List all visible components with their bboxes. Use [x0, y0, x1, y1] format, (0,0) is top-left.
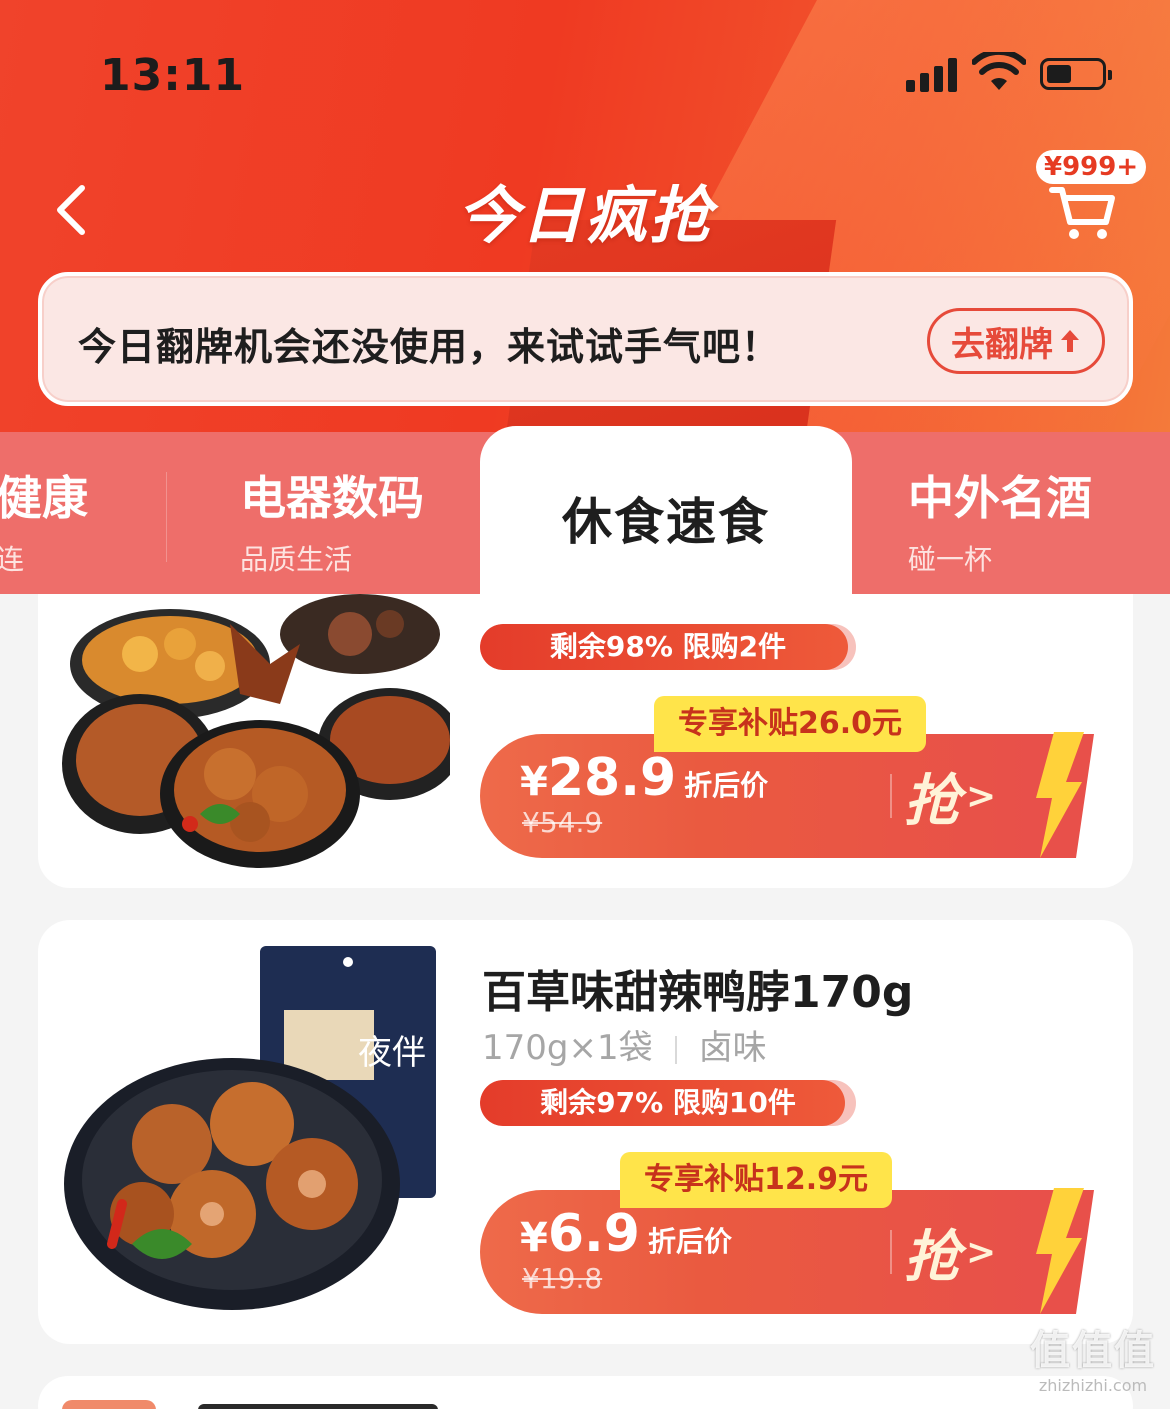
battery-icon	[1040, 58, 1112, 90]
wifi-icon	[972, 52, 1026, 90]
flip-button-label: 去翻牌	[951, 324, 1053, 365]
flip-card-notice: 今日翻牌机会还没使用，来试试手气吧！ 去翻牌	[38, 272, 1133, 406]
price-label: 折后价	[647, 1225, 732, 1258]
grab-button[interactable]: 抢 >	[904, 1214, 1014, 1290]
spec-flavor: 卤味	[698, 1028, 767, 1068]
status-time: 13:11	[100, 50, 246, 101]
flip-card-button[interactable]: 去翻牌	[927, 308, 1105, 374]
status-bar: 13:11	[0, 0, 1170, 150]
tab-subtitle: 连	[0, 543, 25, 576]
stock-progress-bar: 剩余97% 限购10件	[480, 1080, 856, 1126]
tab-title: 休食速食	[562, 493, 770, 551]
buy-bar[interactable]: ¥28.9 折后价 ¥54.9 抢 >	[480, 734, 1094, 858]
grab-label: 抢	[904, 1224, 960, 1290]
cart-badge: ¥999+	[1036, 150, 1147, 184]
subsidy-tag: 专享补贴26.0元	[654, 696, 927, 752]
stock-progress-bar: 剩余98% 限购2件	[480, 624, 856, 670]
buy-bar[interactable]: ¥6.9 折后价 ¥19.8 抢 >	[480, 1190, 1094, 1314]
tab-title: 健康	[0, 471, 88, 525]
product-title: 百草味甜辣鸭脖170g	[482, 967, 914, 1018]
chevron-right-icon: >	[966, 775, 997, 817]
cart-button[interactable]: ¥999+	[1030, 150, 1150, 250]
chevron-right-icon: >	[966, 1231, 997, 1273]
current-price: ¥28.9 折后价	[520, 748, 768, 808]
product-image	[198, 1404, 438, 1409]
price-currency: ¥	[520, 759, 548, 805]
original-price: ¥19.8	[522, 1262, 603, 1295]
product-card[interactable]: 夜伴 百草味甜辣鸭脖170g 170g×1袋 卤味 剩余97% 限购10件 ¥6.…	[38, 920, 1133, 1344]
watermark-url: zhizhizhi.com	[1038, 1376, 1148, 1395]
original-price: ¥54.9	[522, 806, 603, 839]
spec-size: 170g×1袋	[482, 1028, 653, 1068]
price-currency: ¥	[520, 1215, 548, 1261]
tab-subtitle: 碰一杯	[908, 543, 993, 576]
product-spec: 170g×1袋 卤味	[482, 1020, 767, 1069]
tab-title: 中外名酒	[908, 471, 1092, 525]
tab-title: 电器数码	[240, 471, 424, 525]
stock-text: 剩余97% 限购10件	[540, 1086, 796, 1119]
product-card[interactable]: 剩余98% 限购2件 ¥28.9 折后价 ¥54.9 抢 > 专享补贴26.0元	[38, 594, 1133, 888]
tab-liquor[interactable]: 中外名酒 碰一杯	[908, 462, 1092, 578]
product-image	[62, 1400, 156, 1409]
grab-label: 抢	[904, 768, 960, 834]
price-value: 28.9	[547, 748, 677, 808]
product-image: 夜伴	[64, 946, 436, 1310]
lightning-bolt-icon	[1036, 1188, 1084, 1314]
price-value: 6.9	[547, 1204, 640, 1264]
watermark-logo: 值值值 zhizhizhi.com	[1018, 1318, 1168, 1406]
lightning-bolt-icon	[1036, 732, 1084, 858]
tab-electronics[interactable]: 电器数码 品质生活	[240, 462, 424, 578]
watermark-text: 值值值	[1030, 1328, 1156, 1374]
tab-subtitle: 品质生活	[240, 543, 353, 576]
cellular-signal-icon	[906, 56, 960, 92]
package-text: 夜伴	[358, 1033, 426, 1073]
notice-text: 今日翻牌机会还没使用，来试试手气吧！	[78, 325, 781, 369]
product-card[interactable]	[38, 1376, 1133, 1409]
page-title: 今日疯抢	[456, 179, 713, 252]
product-image	[62, 594, 450, 868]
grab-button[interactable]: 抢 >	[904, 758, 1014, 834]
tab-health[interactable]: 健康 连	[0, 462, 88, 578]
subsidy-tag: 专享补贴12.9元	[620, 1152, 893, 1208]
current-price: ¥6.9 折后价	[520, 1204, 732, 1264]
tab-snacks[interactable]: 休食速食	[480, 426, 852, 598]
stock-text: 剩余98% 限购2件	[549, 630, 787, 663]
cart-icon	[1049, 187, 1115, 239]
arrow-up-icon	[1061, 330, 1079, 352]
price-label: 折后价	[684, 769, 769, 802]
